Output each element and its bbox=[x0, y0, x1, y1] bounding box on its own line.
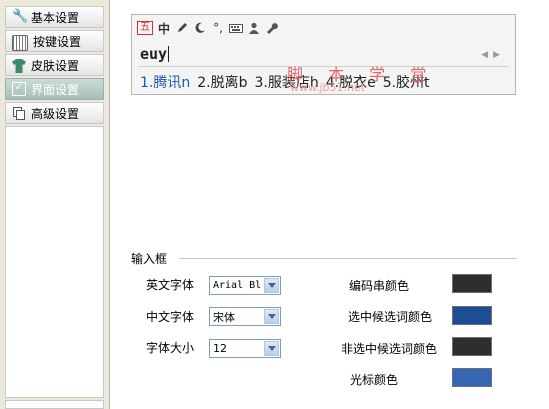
moon-icon bbox=[193, 20, 207, 36]
sidebar-item-label: 界面设置 bbox=[31, 82, 80, 97]
pen-icon bbox=[175, 20, 189, 36]
wubi-mode-icon: 五 bbox=[137, 21, 153, 35]
font-size-select[interactable]: 12 bbox=[209, 339, 281, 358]
code-string-color-swatch[interactable] bbox=[452, 274, 492, 293]
sidebar-item-basic-settings[interactable]: 🔧 基本设置 bbox=[5, 6, 104, 28]
user-icon bbox=[247, 20, 261, 36]
sidebar-item-advanced-settings[interactable]: 高级设置 bbox=[5, 102, 104, 124]
sidebar-item-label: 高级设置 bbox=[31, 106, 80, 121]
settings-sidebar: 🔧 基本设置 按键设置 皮肤设置 ✓ 界面设置 高级设置 bbox=[0, 0, 110, 409]
wrench-icon bbox=[265, 20, 279, 36]
english-font-select[interactable]: Arial Bl bbox=[209, 276, 281, 295]
sidebar-item-label: 基本设置 bbox=[31, 10, 80, 25]
ime-toolbar: 五 中 °, bbox=[137, 19, 279, 37]
font-size-value: 12 bbox=[213, 342, 227, 355]
selected-candidate-color-label: 选中候选词颜色 bbox=[347, 310, 432, 324]
english-font-value: Arial Bl bbox=[213, 280, 262, 291]
sidebar-item-label: 皮肤设置 bbox=[31, 58, 80, 73]
keyboard-icon bbox=[12, 34, 28, 51]
unselected-candidate-color-swatch[interactable] bbox=[452, 337, 492, 356]
sidebar-item-interface-settings[interactable]: ✓ 界面设置 bbox=[5, 78, 104, 100]
sidebar-item-label: 按键设置 bbox=[33, 34, 82, 49]
cursor-color-swatch[interactable] bbox=[452, 368, 492, 387]
unselected-candidate-color-label: 非选中候选词颜色 bbox=[340, 342, 437, 356]
group-divider bbox=[179, 258, 517, 259]
english-font-label: 英文字体 bbox=[146, 278, 195, 292]
candidate-item: 1.腾讯n bbox=[140, 75, 191, 91]
selected-candidate-color-swatch[interactable] bbox=[452, 306, 492, 325]
watermark-url: www.jb51.net bbox=[290, 81, 366, 94]
windows-icon bbox=[12, 106, 26, 120]
chevron-down-icon[interactable] bbox=[264, 341, 279, 356]
shirt-icon bbox=[12, 59, 26, 73]
wrench-icon: 🔧 bbox=[12, 9, 29, 24]
code-string-color-label: 编码串颜色 bbox=[348, 279, 409, 293]
sidebar-item-skin-settings[interactable]: 皮肤设置 bbox=[5, 54, 104, 76]
keyboard-icon bbox=[229, 20, 243, 36]
chevron-down-icon[interactable] bbox=[264, 278, 279, 293]
chinese-font-label: 中文字体 bbox=[146, 310, 195, 324]
chinese-font-value: 宋体 bbox=[213, 310, 235, 324]
sidebar-item-key-settings[interactable]: 按键设置 bbox=[5, 30, 104, 52]
text-caret bbox=[168, 46, 170, 62]
chevron-down-icon[interactable] bbox=[264, 309, 279, 324]
interface-settings-panel: 五 中 °, euy ◀▶ 1.腾讯n 2.脱离b 3.服装店h 4.脱衣e 5… bbox=[119, 0, 549, 409]
composition-string: euy bbox=[140, 45, 170, 63]
group-title-input-box: 输入框 bbox=[131, 250, 172, 267]
checkbox-icon: ✓ bbox=[12, 82, 26, 96]
sidebar-footer bbox=[5, 400, 104, 409]
candidate-item: 2.脱离b bbox=[197, 75, 248, 91]
page-arrows-icon: ◀▶ bbox=[481, 50, 505, 60]
ime-preview: 五 中 °, euy ◀▶ 1.腾讯n 2.脱离b 3.服装店h 4.脱衣e 5… bbox=[131, 14, 516, 95]
font-size-label: 字体大小 bbox=[146, 341, 195, 355]
chinese-mode-icon: 中 bbox=[157, 21, 170, 36]
cursor-color-label: 光标颜色 bbox=[349, 373, 398, 387]
sidebar-blank-area bbox=[5, 126, 104, 398]
chinese-font-select[interactable]: 宋体 bbox=[209, 307, 281, 326]
punctuation-icon: °, bbox=[213, 21, 223, 35]
